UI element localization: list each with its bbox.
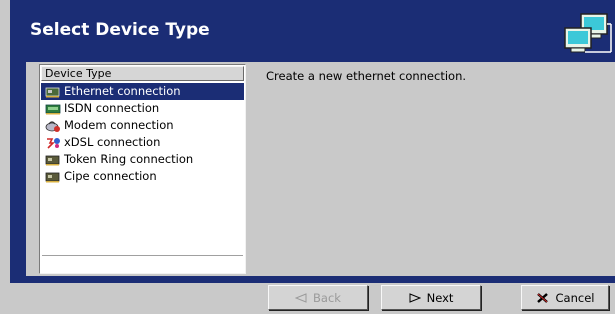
isdn-card-icon xyxy=(45,104,61,114)
list-item-label: ISDN connection xyxy=(64,101,160,115)
cipe-card-icon xyxy=(45,172,60,182)
xdsl-icon xyxy=(47,137,60,149)
back-button-label: Back xyxy=(313,290,341,305)
cancel-x-icon xyxy=(536,292,550,304)
device-type-list[interactable]: Device Type Ethernet connection ISDN con… xyxy=(39,64,246,274)
list-item-label: Token Ring connection xyxy=(64,152,194,166)
token-ring-card-icon xyxy=(45,155,60,165)
cancel-button[interactable]: Cancel xyxy=(521,285,609,310)
list-item-cipe[interactable]: Cipe connection xyxy=(41,168,244,185)
next-button[interactable]: Next xyxy=(381,285,481,310)
page-title: Select Device Type xyxy=(30,20,210,40)
back-arrow-icon xyxy=(295,292,307,303)
network-computers-icon xyxy=(564,13,612,53)
list-item-token-ring[interactable]: Token Ring connection xyxy=(41,151,244,168)
modem-icon xyxy=(45,120,60,132)
list-item-label: xDSL connection xyxy=(64,135,161,149)
list-item-label: Cipe connection xyxy=(64,169,157,183)
ethernet-card-icon xyxy=(45,87,60,97)
back-button[interactable]: Back xyxy=(268,285,368,310)
list-item-ethernet[interactable]: Ethernet connection xyxy=(41,83,244,100)
column-header-device-type[interactable]: Device Type xyxy=(41,66,244,81)
next-button-label: Next xyxy=(426,290,454,305)
list-item-xdsl[interactable]: xDSL connection xyxy=(41,134,244,151)
list-item-label: Modem connection xyxy=(64,118,174,132)
list-item-modem[interactable]: Modem connection xyxy=(41,117,244,134)
cancel-button-label: Cancel xyxy=(555,290,595,305)
list-divider xyxy=(42,255,243,256)
next-arrow-icon xyxy=(409,292,421,303)
list-item-label: Ethernet connection xyxy=(64,84,181,98)
list-item-isdn[interactable]: ISDN connection xyxy=(41,100,244,117)
device-description: Create a new ethernet connection. xyxy=(266,69,467,83)
device-list-items: Ethernet connection ISDN connection Mode… xyxy=(41,83,244,185)
